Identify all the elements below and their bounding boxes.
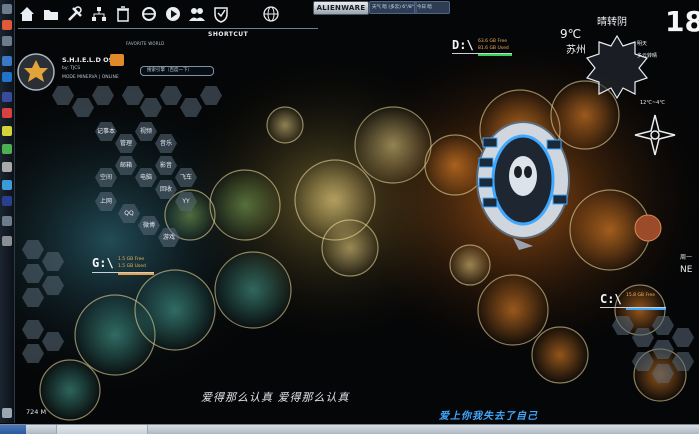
weather-condition: 晴转阴: [597, 17, 627, 28]
drive-g-used: 1.5 GB Used: [118, 264, 146, 269]
drive-g-label[interactable]: G:\: [92, 256, 114, 270]
media-icon[interactable]: [164, 5, 182, 23]
hex-label[interactable]: YY: [175, 192, 197, 211]
memory-readout: 724 M: [26, 408, 47, 416]
date-pill[interactable]: 今日 暗: [414, 1, 450, 14]
users-icon[interactable]: [188, 5, 206, 23]
weather-day-number: 18: [665, 5, 699, 38]
top-toolbar: [18, 3, 286, 25]
taskbar-app-icon[interactable]: [2, 216, 12, 226]
taskbar-app-icon[interactable]: [2, 162, 12, 172]
taskbar-app-icon[interactable]: [2, 72, 12, 82]
hex-label[interactable]: 邮箱: [115, 156, 137, 175]
drive-d-bar: [478, 54, 512, 56]
shortcut-label: SHORTCUT: [208, 31, 249, 38]
taskbar-app-icon[interactable]: [2, 144, 12, 154]
weather-temperature: 9℃: [560, 27, 582, 41]
shield-subtitle: by: TJCS: [62, 66, 81, 71]
drive-c-bar: [626, 308, 666, 310]
mailbox-icon[interactable]: [110, 54, 124, 66]
taskbar-app-icon[interactable]: [2, 56, 12, 66]
weather-far-right: NE: [680, 265, 693, 275]
taskbar-app-icon[interactable]: [2, 236, 12, 246]
taskbar-app-icon[interactable]: [2, 180, 12, 190]
shield-icon[interactable]: [212, 5, 230, 23]
weather-side-line: 12℃~4℃: [640, 100, 665, 106]
ie-icon[interactable]: [140, 5, 158, 23]
toolbar-divider: [18, 28, 318, 29]
left-taskbar: [0, 0, 15, 423]
home-icon[interactable]: [18, 5, 36, 23]
globe-icon[interactable]: [262, 5, 280, 23]
hex-label[interactable]: 飞车: [175, 168, 197, 187]
hex-label[interactable]: 回收: [155, 180, 177, 199]
hex-label[interactable]: 电脑: [135, 168, 157, 187]
taskbar-app-icon[interactable]: [2, 108, 12, 118]
drive-c-label[interactable]: C:\: [600, 292, 622, 306]
network-icon[interactable]: [90, 5, 108, 23]
weather-city: 苏州: [566, 45, 586, 56]
hex-label[interactable]: 上网: [95, 192, 117, 211]
taskbar-app-icon[interactable]: [2, 92, 12, 102]
shield-title: S.H.I.E.L.D OS: [62, 56, 114, 64]
alienware-logo: ALIENWARE: [313, 1, 369, 15]
taskbar-app-icon[interactable]: [2, 20, 12, 30]
folder-icon[interactable]: [42, 5, 60, 23]
search-input[interactable]: 搜索引擎（百度一下）: [140, 66, 214, 76]
hex-label[interactable]: 音乐: [155, 134, 177, 153]
lyric-right-text: 爱上你我失去了自己: [439, 411, 538, 422]
hex-label[interactable]: 影音: [155, 156, 177, 175]
weather-side-line: 明天: [637, 41, 648, 47]
hex-label[interactable]: 视频: [135, 122, 157, 141]
hex-label[interactable]: 记事本: [95, 122, 117, 141]
trash-icon[interactable]: [114, 5, 132, 23]
drive-d-free: 63.6 GB Free: [478, 39, 508, 44]
hex-label[interactable]: 游戏: [158, 228, 180, 247]
hex-label[interactable]: 管理: [115, 134, 137, 153]
taskbar-app-icon[interactable]: [2, 126, 12, 136]
taskbar-app-icon[interactable]: [2, 36, 12, 46]
taskbar-app-icon[interactable]: [2, 408, 12, 418]
favorite-label: FAVORITE WORLD: [126, 41, 165, 46]
shield-status: MODE MINERVA | ONLINE: [62, 75, 119, 80]
drive-d-label[interactable]: D:\: [452, 38, 474, 52]
drive-g-bar: [118, 273, 154, 275]
drive-c-free: 15.8 GB Free: [626, 293, 656, 298]
hex-label[interactable]: QQ: [118, 204, 140, 223]
hex-label[interactable]: 空间: [95, 168, 117, 187]
weather-far-right: 周一: [680, 254, 693, 261]
drive-d-used: 81.6 GB Used: [478, 46, 509, 51]
taskbar-app-icon[interactable]: [2, 196, 12, 206]
taskbar-app-icon[interactable]: [2, 4, 12, 14]
shield-emblem-icon: [17, 53, 55, 91]
weather-side-line: 多云转晴: [637, 53, 658, 59]
lyric-center-text: 爱得那么认真 爱得那么认真: [201, 391, 350, 404]
weather-pill[interactable]: 天气 暗 (多云) 6°/8°: [369, 1, 417, 14]
drive-g-free: 1.5 GB Free: [118, 257, 145, 262]
tools-icon[interactable]: [66, 5, 84, 23]
hex-label[interactable]: 微博: [138, 216, 160, 235]
